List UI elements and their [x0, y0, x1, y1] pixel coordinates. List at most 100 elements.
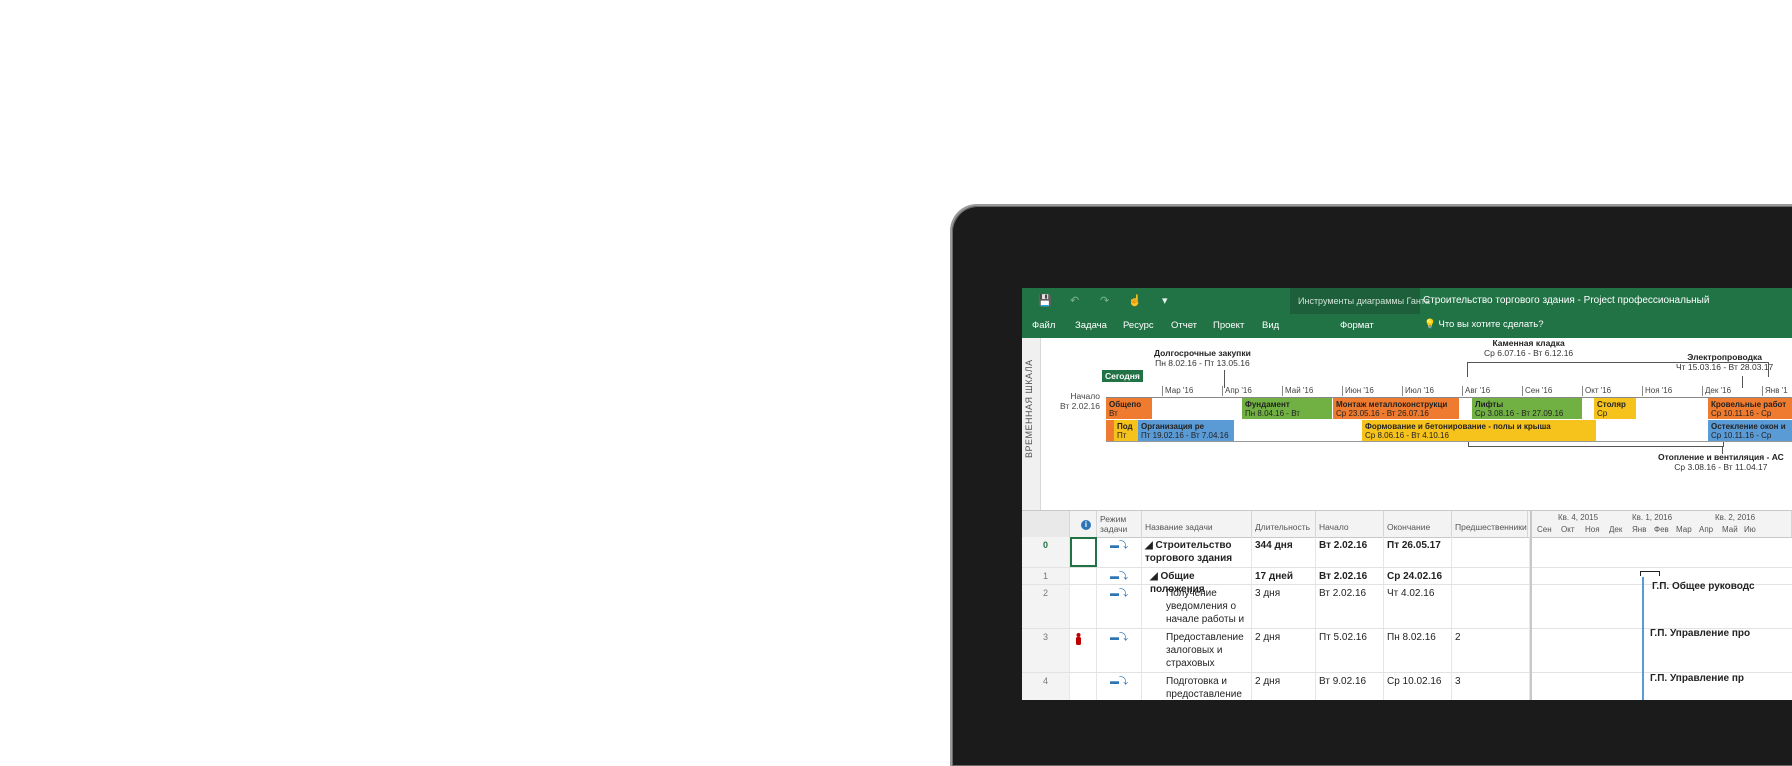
task-predecessors[interactable]: [1452, 537, 1530, 567]
touch-mode-icon[interactable]: ☝: [1128, 294, 1142, 307]
column-header-name[interactable]: Название задачи: [1142, 511, 1252, 537]
callout-hvac[interactable]: Отопление и вентиляция - АС Ср 3.08.16 -…: [1658, 452, 1784, 472]
column-header-mode[interactable]: Режим задачи: [1097, 511, 1142, 537]
indicator-cell[interactable]: [1070, 568, 1097, 584]
task-finish[interactable]: Пн 8.02.16: [1384, 629, 1452, 672]
timeline-bar[interactable]: Остекление окон и Ср 10.11.16 - Ср: [1708, 420, 1792, 441]
gantt-splitter[interactable]: [1530, 537, 1532, 700]
summary-bar[interactable]: [1640, 571, 1660, 576]
undo-icon[interactable]: ↶: [1070, 294, 1079, 307]
tab-task[interactable]: Задача: [1075, 320, 1107, 331]
tab-format[interactable]: Формат: [1340, 320, 1374, 331]
task-start[interactable]: Вт 2.02.16: [1316, 537, 1384, 567]
callout-masonry[interactable]: Каменная кладка Ср 6.07.16 - Вт 6.12.16: [1484, 338, 1573, 358]
column-header-start[interactable]: Начало: [1316, 511, 1384, 537]
month-tick: Авг '16: [1462, 386, 1490, 396]
task-predecessors[interactable]: [1452, 585, 1530, 628]
callout-dates: Ср 3.08.16 - Вт 11.04.17: [1674, 462, 1768, 472]
timeline-bar[interactable]: Монтаж металлоконструкци Ср 23.05.16 - В…: [1333, 398, 1459, 419]
task-predecessors[interactable]: 3: [1452, 673, 1530, 700]
task-start[interactable]: Вт 2.02.16: [1316, 585, 1384, 628]
indicator-cell[interactable]: [1070, 537, 1097, 567]
task-finish[interactable]: Ср 10.02.16: [1384, 673, 1452, 700]
tab-report[interactable]: Отчет: [1171, 320, 1197, 331]
task-start[interactable]: Вт 9.02.16: [1316, 673, 1384, 700]
task-duration[interactable]: 2 дня: [1252, 629, 1316, 672]
task-duration[interactable]: 2 дня: [1252, 673, 1316, 700]
bar-dates: Ср 10.11.16 - Ср: [1711, 431, 1772, 440]
month-label: Сен: [1537, 525, 1552, 534]
month-label: Дек: [1609, 525, 1623, 534]
task-finish[interactable]: Пт 26.05.17: [1384, 537, 1452, 567]
timeline-bar[interactable]: Под Пт: [1114, 420, 1138, 441]
callout-long-lead[interactable]: Долгосрочные закупки Пн 8.02.16 - Пт 13.…: [1154, 348, 1251, 368]
row-number[interactable]: 3: [1022, 629, 1070, 672]
month-label: Ноя: [1585, 525, 1600, 534]
month-tick: Окт '16: [1582, 386, 1611, 396]
task-start[interactable]: Вт 2.02.16: [1316, 568, 1384, 584]
task-duration[interactable]: 3 дня: [1252, 585, 1316, 628]
timeline-bar[interactable]: Общепо Вт: [1106, 398, 1152, 419]
month-tick: Ноя '16: [1642, 386, 1672, 396]
task-name[interactable]: ◢ Строительство торгового здания: [1142, 537, 1252, 567]
task-start[interactable]: Пт 5.02.16: [1316, 629, 1384, 672]
timeline-bar[interactable]: Кровельные работ Ср 10.11.16 - Ср: [1708, 398, 1792, 419]
timeline-bar[interactable]: Лифты Ср 3.08.16 - Вт 27.09.16: [1472, 398, 1582, 419]
save-icon[interactable]: 💾: [1038, 294, 1052, 307]
task-name[interactable]: ◢ Общие положения: [1142, 568, 1252, 595]
tab-project[interactable]: Проект: [1213, 320, 1244, 331]
task-duration[interactable]: 344 дня: [1252, 537, 1316, 567]
indicators-column[interactable]: i: [1070, 511, 1097, 537]
tell-me-box[interactable]: 💡 Что вы хотите сделать?: [1424, 319, 1544, 330]
timeline-bar[interactable]: Фундамент Пн 8.04.16 - Вт: [1242, 398, 1332, 419]
row-number[interactable]: 1: [1022, 568, 1070, 584]
timeline-side-label: ВРЕМЕННАЯ ШКАЛА: [1024, 359, 1034, 458]
row-number[interactable]: 0: [1022, 537, 1070, 567]
indicator-cell[interactable]: [1070, 585, 1097, 628]
info-icon: i: [1081, 520, 1091, 530]
callout-connector: [1722, 446, 1723, 454]
task-name[interactable]: Предоставление залоговых и страховых: [1142, 629, 1252, 672]
timeline-view[interactable]: ВРЕМЕННАЯ ШКАЛА Долгосрочные закупки Пн …: [1022, 338, 1792, 510]
table-row[interactable]: 0 ▬⤵ ◢ Строительство торгового здания 34…: [1022, 537, 1792, 568]
tab-resource[interactable]: Ресурс: [1123, 320, 1154, 331]
task-mode-icon: ▬⤵: [1097, 629, 1142, 672]
month-label: Янв: [1632, 525, 1647, 534]
task-name[interactable]: Получение уведомления о начале работы и: [1142, 585, 1252, 628]
row-number[interactable]: 2: [1022, 585, 1070, 628]
customize-toolbar-icon[interactable]: ▾: [1162, 294, 1168, 307]
timeline-bar[interactable]: Столяр Ср: [1594, 398, 1636, 419]
timeline-bar[interactable]: Формование и бетонирование - полы и крыш…: [1362, 420, 1596, 441]
lightbulb-icon: 💡: [1424, 319, 1436, 330]
month-tick: Июл '16: [1402, 386, 1434, 396]
select-all-corner[interactable]: [1022, 511, 1070, 537]
timeline-month-scale: Мар '16 Апр '16 Май '16 Июн '16 Июл '16 …: [1106, 386, 1792, 398]
bar-dates: Пт 19.02.16 - Вт 7.04.16: [1141, 431, 1229, 440]
column-header-predecessors[interactable]: Предшественники: [1452, 511, 1528, 537]
column-header-finish[interactable]: Окончание: [1384, 511, 1452, 537]
column-header-duration[interactable]: Длительность: [1252, 511, 1316, 537]
indicator-cell[interactable]: [1070, 673, 1097, 700]
start-label: Начало: [1070, 391, 1101, 401]
month-label: Окт: [1561, 525, 1575, 534]
redo-icon[interactable]: ↷: [1100, 294, 1109, 307]
task-finish[interactable]: Ср 24.02.16: [1384, 568, 1452, 584]
tab-view[interactable]: Вид: [1262, 320, 1279, 331]
timeline-bar[interactable]: Организация ре Пт 19.02.16 - Вт 7.04.16: [1138, 420, 1234, 441]
indicator-cell[interactable]: [1070, 629, 1097, 672]
callout-dates: Пн 8.02.16 - Пт 13.05.16: [1155, 358, 1250, 368]
tab-file[interactable]: Файл: [1032, 320, 1055, 331]
month-label: Ию: [1744, 525, 1756, 534]
task-duration[interactable]: 17 дней: [1252, 568, 1316, 584]
month-label: Апр: [1699, 525, 1714, 534]
task-name[interactable]: Подготовка и предоставление: [1142, 673, 1252, 700]
bar-title: Монтаж металлоконструкци: [1336, 400, 1448, 409]
gantt-table[interactable]: i Режим задачи Название задачи Длительно…: [1022, 510, 1792, 700]
callout-connector: [1467, 362, 1769, 377]
row-number[interactable]: 4: [1022, 673, 1070, 700]
task-predecessors[interactable]: [1452, 568, 1530, 584]
tell-me-text: Что вы хотите сделать?: [1438, 319, 1544, 330]
gantt-task-line[interactable]: [1642, 577, 1644, 700]
task-finish[interactable]: Чт 4.02.16: [1384, 585, 1452, 628]
task-predecessors[interactable]: 2: [1452, 629, 1530, 672]
